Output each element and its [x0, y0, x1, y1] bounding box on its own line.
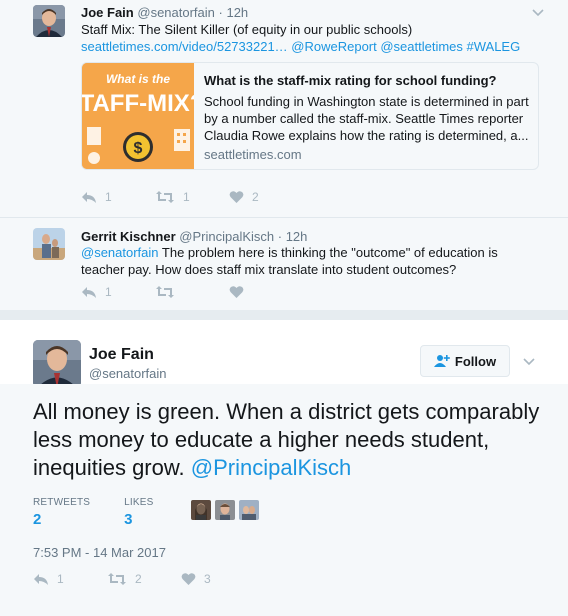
tweet-actions: 1 1 2 [81, 189, 303, 205]
heart-icon [181, 573, 196, 585]
avatar-joe-fain-large[interactable] [33, 340, 81, 388]
author-handle[interactable]: @senatorfain [89, 366, 167, 381]
liker-avatar[interactable] [239, 500, 259, 520]
likes-stat[interactable]: LIKES 3 [124, 497, 153, 528]
retweet-count: 2 [135, 572, 142, 586]
card-description: School funding in Washington state is de… [204, 94, 529, 143]
reply-icon [82, 287, 96, 298]
tweet-time[interactable]: · 12h [278, 229, 308, 244]
tweet-joe-fain-staff-mix[interactable]: Joe Fain @senatorfain · 12h Staff Mix: T… [0, 0, 568, 218]
link-card[interactable]: What is the STAFF-MIX? $ What is the sta… [81, 62, 539, 170]
tweet-text-line: Staff Mix: The Silent Killer (of equity … [81, 22, 413, 37]
author-name[interactable]: Joe Fain [81, 5, 134, 20]
retweet-button[interactable]: 1 [155, 190, 229, 204]
divider [0, 310, 568, 320]
author-name[interactable]: Gerrit Kischner [81, 229, 176, 244]
follow-label: Follow [454, 353, 497, 369]
like-count: 3 [204, 572, 211, 586]
card-image-text-big: STAFF-MIX? [82, 90, 194, 117]
retweet-icon [156, 191, 174, 203]
tweet-timestamp[interactable]: 7:53 PM - 14 Mar 2017 [33, 545, 166, 560]
card-image-text-top: What is the [106, 72, 170, 86]
retweets-stat[interactable]: RETWEETS 2 [33, 497, 90, 528]
like-button[interactable]: 2 [229, 190, 303, 204]
tweet-header: Gerrit Kischner @PrincipalKisch · 12h [81, 229, 307, 244]
tweet-text: @senatorfain The problem here is thinkin… [81, 244, 541, 278]
mention-link[interactable]: @senatorfain [81, 245, 159, 260]
follow-button[interactable]: Follow [420, 345, 510, 377]
retweet-icon [156, 286, 174, 298]
tweet-header: Joe Fain @senatorfain · 12h [81, 5, 248, 20]
author-handle[interactable]: @PrincipalKisch [179, 229, 274, 244]
chevron-down-icon[interactable] [522, 355, 536, 369]
liker-avatar[interactable] [191, 500, 211, 520]
permalink-tweet: Joe Fain @senatorfain Follow All money i… [0, 320, 568, 616]
reply-icon [34, 574, 48, 585]
avatar-gerrit-kischner[interactable] [33, 228, 65, 260]
author-handle[interactable]: @senatorfain [137, 5, 215, 20]
retweets-count: 2 [33, 511, 42, 528]
permalink-body: All money is green. When a district gets… [0, 384, 568, 616]
avatar-joe-fain[interactable] [33, 5, 65, 37]
reply-count: 1 [57, 572, 64, 586]
likes-count: 3 [124, 511, 133, 528]
tweet-text: All money is green. When a district gets… [33, 398, 543, 482]
like-button[interactable] [229, 285, 303, 299]
tweet-gerrit-kischner-reply[interactable]: Gerrit Kischner @PrincipalKisch · 12h @s… [0, 218, 568, 310]
tweet-time[interactable]: · 12h [219, 5, 249, 20]
reply-count: 1 [105, 190, 112, 204]
tweet-actions: 1 2 3 [33, 572, 255, 586]
svg-text:$: $ [134, 140, 143, 157]
tweet-links[interactable]: seattletimes.com/video/52733221… @RoweRe… [81, 38, 541, 55]
retweet-count: 1 [183, 190, 190, 204]
liker-avatar[interactable] [215, 500, 235, 520]
heart-icon [229, 191, 244, 203]
card-image: What is the STAFF-MIX? $ [82, 63, 194, 169]
tweet-text: Staff Mix: The Silent Killer (of equity … [81, 21, 541, 55]
like-button[interactable]: 3 [181, 572, 255, 586]
tweet-actions: 1 [81, 284, 303, 300]
mention-link[interactable]: @PrincipalKisch [191, 455, 352, 480]
tweet-stats: RETWEETS 2 LIKES 3 [33, 497, 188, 528]
retweet-button[interactable] [155, 285, 229, 299]
reply-button[interactable]: 1 [81, 285, 155, 299]
card-title[interactable]: What is the staff-mix rating for school … [204, 73, 497, 88]
card-domain[interactable]: seattletimes.com [204, 147, 302, 162]
author-name[interactable]: Joe Fain [89, 346, 154, 364]
reply-button[interactable]: 1 [33, 572, 107, 586]
retweet-button[interactable]: 2 [107, 572, 181, 586]
retweet-icon [108, 573, 126, 585]
like-count: 2 [252, 190, 259, 204]
permalink-header: Joe Fain @senatorfain Follow [0, 320, 568, 388]
likes-label: LIKES [124, 497, 154, 508]
liker-avatars [191, 500, 263, 520]
reply-icon [82, 192, 96, 203]
retweets-label: RETWEETS [33, 497, 91, 508]
reply-count: 1 [105, 285, 112, 299]
add-user-icon [433, 355, 450, 367]
reply-button[interactable]: 1 [81, 190, 155, 204]
chevron-down-icon[interactable] [531, 6, 545, 20]
heart-icon [229, 286, 244, 298]
